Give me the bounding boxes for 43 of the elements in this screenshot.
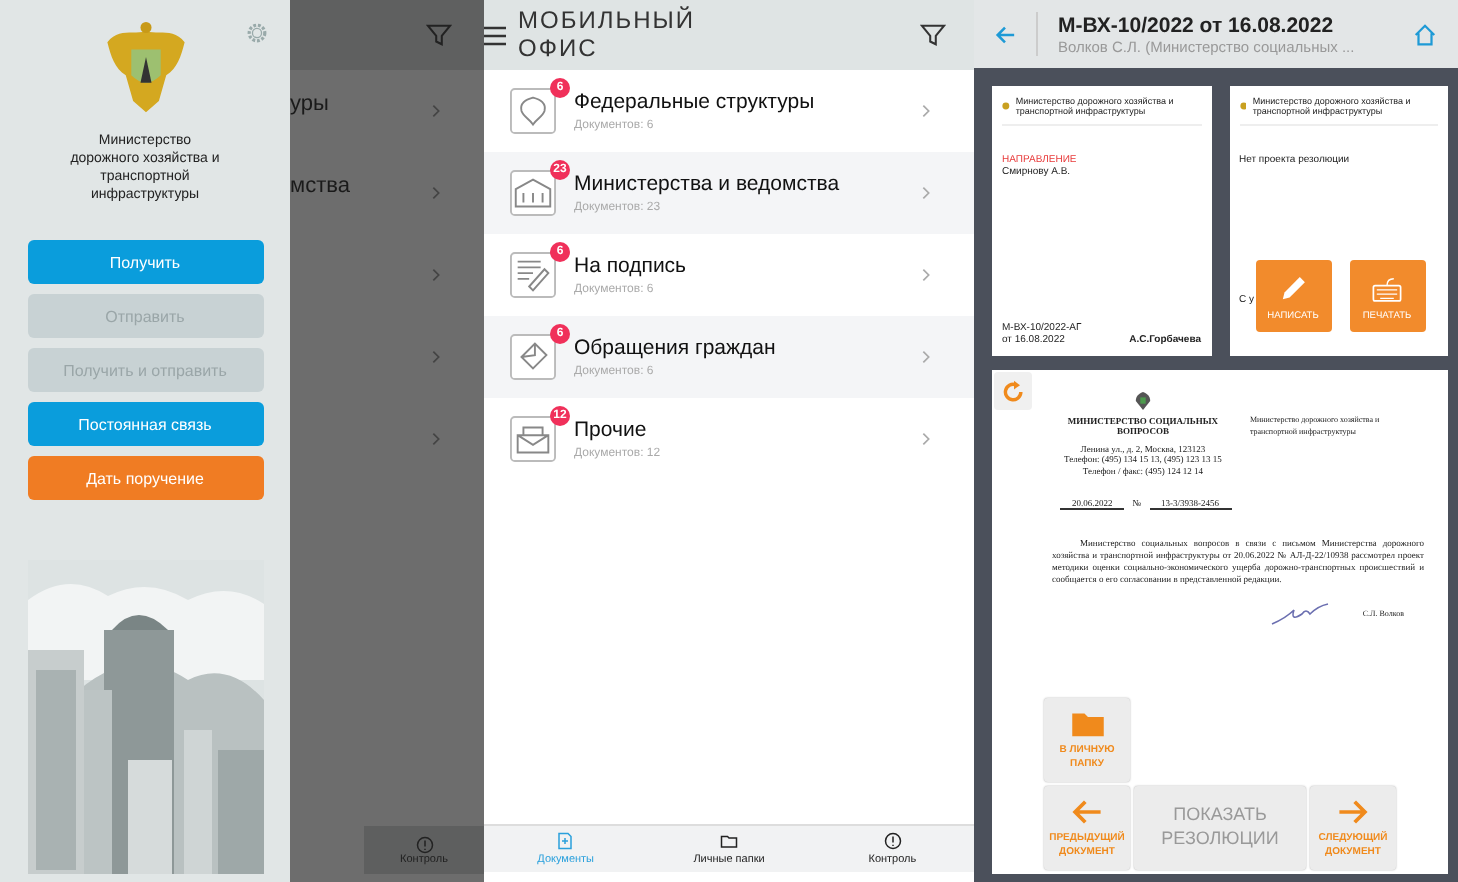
tab-icon xyxy=(720,832,738,850)
left-arrow-icon xyxy=(1070,798,1104,826)
refresh-icon xyxy=(1001,379,1025,403)
home-icon[interactable] xyxy=(1412,21,1438,47)
chevron-icon xyxy=(922,432,930,446)
chevron-icon xyxy=(432,186,440,200)
document-title: М-ВХ-10/2022 от 16.08.2022 xyxy=(1058,13,1336,37)
alert-icon xyxy=(415,835,433,853)
category-title: Министерства и ведомства xyxy=(574,172,842,196)
chevron-icon xyxy=(432,432,440,446)
chevron-icon xyxy=(922,104,930,118)
category-icon xyxy=(510,169,556,215)
category-title: Обращения граждан xyxy=(574,336,778,360)
drawer-button[interactable]: Дать поручение xyxy=(27,456,263,501)
filter-icon[interactable] xyxy=(920,22,946,48)
category-icon xyxy=(510,415,556,461)
category-title: Федеральные структуры xyxy=(574,90,817,114)
refresh-button[interactable] xyxy=(994,372,1032,410)
signature-drawing xyxy=(1270,601,1331,626)
chevron-icon xyxy=(432,268,440,282)
drawer-button[interactable]: Получить xyxy=(27,240,263,285)
category-icon xyxy=(510,251,556,297)
category-title: На подпись xyxy=(574,254,689,278)
chevron-icon xyxy=(432,350,440,364)
category-icon xyxy=(510,87,556,133)
chevron-icon xyxy=(922,186,930,200)
settings-icon[interactable] xyxy=(244,20,270,46)
chevron-icon xyxy=(432,104,440,118)
category-title: Прочие xyxy=(574,418,649,442)
tab-icon xyxy=(556,832,575,850)
category-icon xyxy=(510,333,556,379)
folder-icon xyxy=(1069,710,1105,738)
back-arrow-icon[interactable] xyxy=(994,23,1016,45)
category-title: уры xyxy=(290,91,329,115)
chevron-icon xyxy=(922,268,930,282)
tab-icon xyxy=(883,832,902,850)
category-title: мства xyxy=(290,173,350,197)
right-arrow-icon xyxy=(1336,798,1370,826)
document-button[interactable]: ПОКАЗАТЬ РЕЗОЛЮЦИИ xyxy=(1134,786,1306,870)
app-title: МОБИЛЬНЫЙ ОФИС xyxy=(518,7,697,63)
chevron-icon xyxy=(922,350,930,364)
drawer-button[interactable]: Постоянная связь xyxy=(27,402,263,447)
menu-icon[interactable] xyxy=(484,23,506,47)
